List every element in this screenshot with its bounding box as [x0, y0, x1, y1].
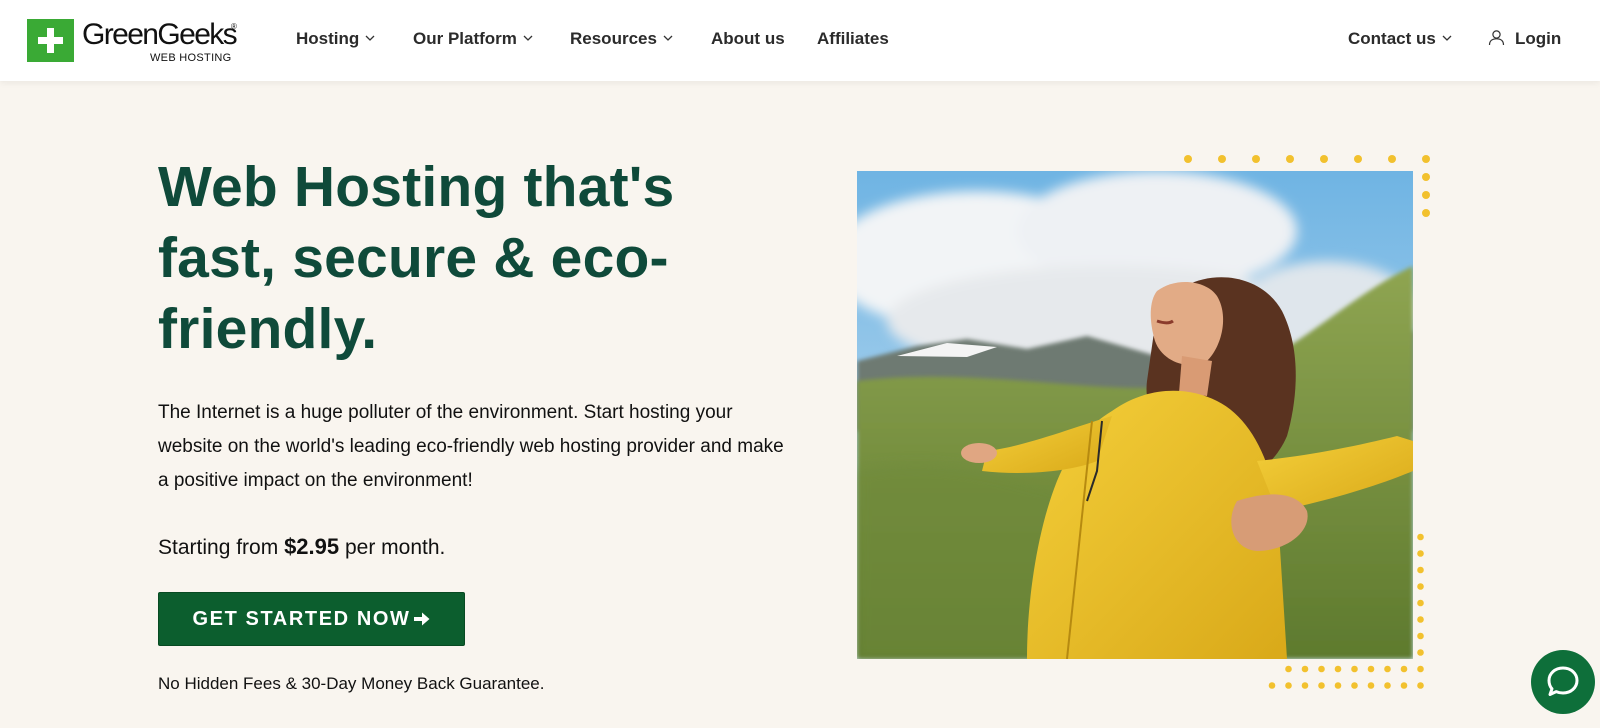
decorative-dot — [1286, 155, 1294, 163]
nav-label: Contact us — [1348, 29, 1436, 48]
nav-label: Affiliates — [817, 29, 889, 48]
hero-title: Web Hosting that's fast, secure & eco- f… — [158, 152, 718, 365]
decorative-dot — [1320, 155, 1328, 163]
decorative-dot — [1400, 665, 1408, 673]
chevron-down-icon — [523, 35, 533, 41]
chevron-down-icon — [1442, 35, 1452, 41]
decorative-dot — [1318, 665, 1325, 673]
registered-mark: ® — [231, 22, 237, 31]
decorative-dot — [1417, 599, 1424, 607]
user-icon — [1488, 29, 1505, 45]
decorative-dot — [1367, 682, 1375, 689]
decorative-dot — [1417, 550, 1424, 557]
nav-label: Hosting — [296, 29, 360, 48]
hero-description: The Internet is a huge polluter of the e… — [158, 402, 784, 491]
greengeeks-logo[interactable]: GreenGeeks ® WEB HOSTING — [27, 18, 247, 64]
decorative-dot — [1354, 155, 1362, 163]
decorative-dot — [1417, 665, 1424, 673]
nav-item-affiliates[interactable]: Affiliates — [817, 29, 889, 49]
decorative-dot — [1422, 155, 1430, 163]
decorative-dot — [1334, 682, 1342, 689]
decorative-dot — [1252, 155, 1260, 163]
nav-item-contact-us[interactable]: Contact us — [1348, 29, 1453, 49]
login-link[interactable]: Login — [1488, 29, 1561, 49]
arrow-right-icon — [413, 612, 430, 626]
price-suffix: per month. — [344, 536, 446, 559]
login-label: Login — [1515, 29, 1562, 48]
decorative-dot — [1388, 155, 1396, 163]
nav-label: Our Platform — [413, 29, 517, 48]
decorative-dot — [1301, 682, 1309, 689]
decorative-dot — [1422, 209, 1430, 217]
price-value: $2.95 — [284, 534, 340, 559]
plus-icon — [27, 19, 74, 62]
decorative-dot — [1334, 665, 1342, 673]
money-back-guarantee: No Hidden Fees & 30-Day Money Back Guara… — [158, 674, 545, 693]
decorative-dot — [1417, 583, 1424, 590]
decorative-dot — [1384, 682, 1391, 689]
site-header: GreenGeeks ® WEB HOSTING Hosting Our Pla… — [0, 0, 1600, 81]
chevron-down-icon — [663, 35, 673, 41]
nav-label: Resources — [570, 29, 657, 48]
price-prefix: Starting from — [158, 536, 279, 559]
decorative-dot — [1417, 533, 1424, 541]
decorative-dot — [1301, 665, 1309, 673]
decorative-dot — [1218, 155, 1226, 163]
decorative-dot — [1367, 665, 1375, 673]
hero-title-line: friendly. — [158, 297, 378, 361]
nav-item-our-platform[interactable]: Our Platform — [413, 29, 534, 49]
woman-in-yellow-jacket-photo — [857, 171, 1413, 659]
decorative-dot — [1318, 682, 1325, 689]
nav-item-hosting[interactable]: Hosting — [296, 29, 376, 49]
nav-label: About us — [711, 29, 785, 48]
hero-image — [857, 171, 1413, 659]
decorative-dot — [1285, 665, 1292, 673]
cta-label: GET STARTED NOW — [192, 607, 411, 630]
decorative-dot — [1184, 155, 1192, 163]
decorative-dot — [1422, 173, 1430, 181]
decorative-dot — [1417, 649, 1424, 656]
decorative-dot — [1285, 682, 1292, 689]
decorative-dot — [1400, 682, 1408, 689]
hero-title-line: Web Hosting that's — [158, 155, 675, 219]
decorative-dot — [1268, 682, 1276, 689]
starting-price: Starting from $2.95 per month. — [158, 534, 445, 560]
decorative-dot — [1417, 616, 1424, 623]
logo-tagline: WEB HOSTING — [150, 52, 232, 64]
decorative-dot — [1417, 566, 1424, 574]
chat-bubble-icon — [1547, 666, 1579, 696]
live-chat-button[interactable] — [1531, 650, 1595, 714]
decorative-dot — [1351, 665, 1358, 673]
decorative-dot — [1417, 632, 1424, 640]
nav-item-resources[interactable]: Resources — [570, 29, 674, 49]
decorative-dot — [1422, 191, 1430, 199]
decorative-dot — [1384, 665, 1391, 673]
chevron-down-icon — [365, 35, 375, 41]
hero-title-line: fast, secure & eco- — [158, 226, 669, 290]
decorative-dot — [1417, 682, 1424, 689]
logo-wordmark: GreenGeeks — [82, 18, 238, 51]
get-started-button[interactable]: GET STARTED NOW — [158, 592, 465, 646]
nav-item-about-us[interactable]: About us — [711, 29, 785, 49]
decorative-dot — [1351, 682, 1358, 689]
